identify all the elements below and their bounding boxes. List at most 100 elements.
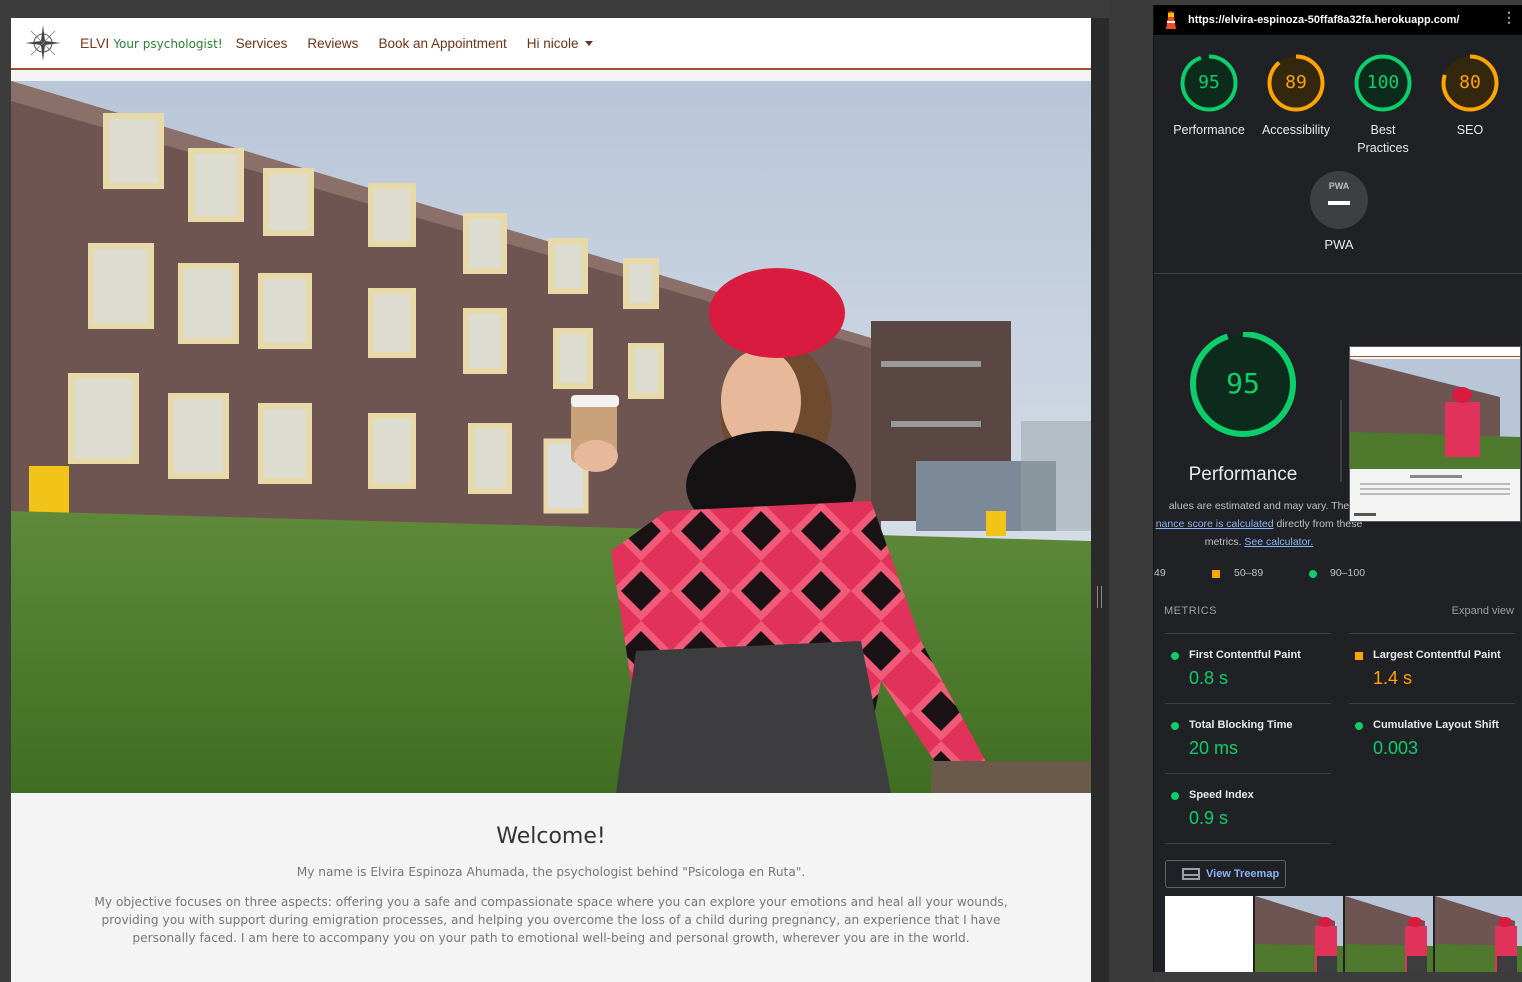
- note-text-1: alues are estimated and may vary. The: [1168, 500, 1350, 512]
- pwa-badge-icon: PWA: [1310, 171, 1368, 229]
- thumb-separator: [1340, 400, 1342, 482]
- filmstrip-frame: [1165, 896, 1253, 972]
- performance-gauge-large: 95: [1187, 331, 1299, 444]
- performance-title: Performance: [1188, 464, 1298, 485]
- legend-pass: 90–100: [1330, 567, 1366, 579]
- welcome-heading: Welcome!: [496, 824, 606, 849]
- resize-handle-icon[interactable]: [1097, 586, 1102, 608]
- score-gauges: 95 Performance 89 Accessibility 100 Best…: [1154, 53, 1522, 163]
- metric-name: Largest Contentful Paint: [1373, 649, 1501, 661]
- devtools-resize-gutter[interactable]: [1091, 18, 1109, 982]
- filmstrip-frame: [1255, 896, 1343, 972]
- gauge-ring: 89: [1266, 53, 1326, 113]
- filmstrip-frame: [1345, 896, 1433, 972]
- lighthouse-report: https://elvira-espinoza-50ffaf8a32fa.her…: [1153, 5, 1522, 972]
- gauge-pwa[interactable]: PWA PWA: [1304, 171, 1374, 252]
- metric-speed-index: Speed Index 0.9 s: [1165, 773, 1331, 843]
- caret-down-icon: [584, 41, 593, 47]
- legend-average: 50–89: [1234, 567, 1264, 579]
- gauge-label: SEO: [1456, 123, 1484, 137]
- metric-cumulative-layout-shift: Cumulative Layout Shift 0.003: [1349, 703, 1515, 773]
- gauge-label: Best Practices: [1357, 123, 1409, 155]
- metrics-header: METRICS Expand view: [1164, 605, 1514, 617]
- frame-image: [1255, 896, 1343, 972]
- welcome-section: Welcome! My name is Elvira Espinoza Ahum…: [11, 818, 1091, 947]
- metric-first-contentful-paint: First Contentful Paint 0.8 s: [1165, 633, 1331, 703]
- metric-value: 0.003: [1373, 738, 1419, 758]
- metric-name: Speed Index: [1189, 789, 1254, 801]
- website-viewport: ELVI Your psychologist! Services Reviews…: [11, 18, 1091, 982]
- score-note: alues are estimated and may vary. The na…: [1154, 497, 1374, 551]
- pwa-dash: [1328, 201, 1350, 205]
- legend-fail: 49: [1154, 567, 1166, 579]
- gauge-value: 100: [1366, 72, 1400, 93]
- metric-value: 0.8 s: [1189, 668, 1229, 688]
- metric-value: 20 ms: [1189, 738, 1239, 758]
- gauge-accessibility[interactable]: 89 Accessibility: [1253, 53, 1339, 139]
- metric-total-blocking-time: Total Blocking Time 20 ms: [1165, 703, 1331, 773]
- score-legend: 49 50–89 90–100: [1154, 567, 1522, 585]
- gauge-ring: 80: [1440, 53, 1500, 113]
- frame-image: [1345, 896, 1433, 972]
- treemap-icon: [1182, 868, 1200, 880]
- report-url-bar: https://elvira-espinoza-50ffaf8a32fa.her…: [1154, 5, 1522, 35]
- gauge-value: 95: [1198, 72, 1220, 93]
- devtools-gap: [1109, 0, 1153, 982]
- gauge-value: 80: [1459, 72, 1481, 93]
- gauge-seo[interactable]: 80 SEO: [1427, 53, 1513, 139]
- thumbnail-image: [1350, 347, 1520, 521]
- brand-tagline: Your psychologist!: [113, 37, 223, 51]
- nav-reviews[interactable]: Reviews: [307, 36, 358, 51]
- screen: ELVI Your psychologist! Services Reviews…: [0, 0, 1522, 982]
- pass-dot-icon: [1355, 722, 1363, 730]
- more-options-icon[interactable]: ⋮: [1502, 9, 1516, 26]
- gauge-value: 89: [1285, 72, 1307, 93]
- brand[interactable]: ELVI Your psychologist!: [80, 35, 223, 51]
- view-treemap-button[interactable]: View Treemap: [1165, 860, 1286, 888]
- average-square-icon: [1355, 652, 1363, 660]
- metric-value: 0.9 s: [1189, 808, 1229, 828]
- final-screenshot-thumbnail[interactable]: [1349, 346, 1521, 522]
- expand-view-toggle[interactable]: Expand view: [1452, 605, 1514, 617]
- nav-links: Services Reviews Book an Appointment Hi …: [236, 36, 613, 51]
- pwa-label: PWA: [1324, 237, 1354, 252]
- welcome-objective: My objective focuses on three aspects: o…: [94, 895, 1008, 945]
- gauge-best-practices[interactable]: 100 Best Practices: [1340, 53, 1426, 157]
- divider: [1154, 273, 1522, 274]
- nav-user-dropdown[interactable]: Hi nicole: [527, 36, 593, 51]
- gauge-ring: 100: [1353, 53, 1413, 113]
- frame-image: [1435, 896, 1522, 972]
- brand-name: ELVI: [80, 35, 110, 51]
- filmstrip: [1165, 896, 1522, 972]
- navbar: ELVI Your psychologist! Services Reviews…: [11, 18, 1091, 70]
- gauge-label: Performance: [1173, 123, 1245, 137]
- lighthouse-icon: [1166, 11, 1176, 29]
- hero-photo: [11, 81, 1091, 793]
- welcome-intro: My name is Elvira Espinoza Ahumada, the …: [296, 865, 806, 879]
- pass-dot-icon: [1171, 722, 1179, 730]
- performance-score: 95: [1226, 367, 1260, 400]
- see-calculator-link[interactable]: See calculator.: [1244, 536, 1313, 548]
- filmstrip-frame: [1435, 896, 1522, 972]
- gauge-performance[interactable]: 95 Performance: [1166, 53, 1252, 139]
- pass-dot-icon: [1171, 652, 1179, 660]
- metric-name: Total Blocking Time: [1189, 719, 1293, 731]
- metric-name: Cumulative Layout Shift: [1373, 719, 1499, 731]
- treemap-label: View Treemap: [1206, 868, 1280, 880]
- report-url[interactable]: https://elvira-espinoza-50ffaf8a32fa.her…: [1188, 14, 1459, 26]
- metric-largest-contentful-paint: Largest Contentful Paint 1.4 s: [1349, 633, 1515, 703]
- note-text-3: metrics.: [1204, 536, 1245, 548]
- compass-logo-icon[interactable]: [23, 23, 63, 63]
- average-square-icon: [1212, 570, 1220, 578]
- metrics-title: METRICS: [1164, 605, 1217, 617]
- metric-value: 1.4 s: [1373, 668, 1413, 688]
- score-calculated-link[interactable]: nance score is calculated: [1156, 518, 1274, 530]
- hero-image: [11, 81, 1091, 793]
- nav-book-appointment[interactable]: Book an Appointment: [378, 36, 506, 51]
- pass-dot-icon: [1309, 570, 1317, 578]
- user-greeting: Hi nicole: [526, 35, 579, 51]
- metric-name: First Contentful Paint: [1189, 649, 1301, 661]
- metric-divider: [1165, 843, 1331, 844]
- nav-services[interactable]: Services: [236, 36, 288, 51]
- pwa-badge-text: PWA: [1328, 181, 1350, 191]
